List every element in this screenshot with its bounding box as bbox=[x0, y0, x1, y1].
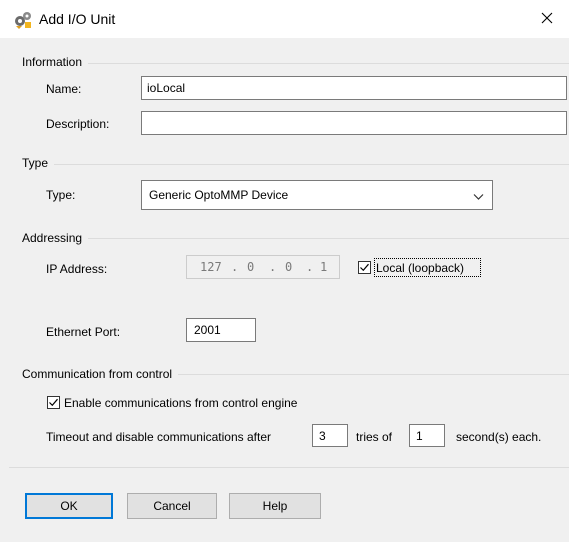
ethernet-port-input[interactable]: 2001 bbox=[186, 318, 256, 342]
communication-group-label: Communication from control bbox=[22, 367, 179, 381]
close-button[interactable] bbox=[525, 0, 569, 38]
gears-icon bbox=[13, 10, 33, 30]
timeout-prefix-label: Timeout and disable communications after bbox=[46, 430, 271, 444]
seconds-input[interactable]: 1 bbox=[409, 424, 445, 447]
chevron-down-icon bbox=[473, 190, 484, 204]
window-title: Add I/O Unit bbox=[39, 11, 116, 27]
local-loopback-label[interactable]: Local (loopback) bbox=[376, 261, 464, 275]
title-bar[interactable]: Add I/O Unit bbox=[0, 0, 569, 38]
addressing-group-line bbox=[22, 238, 569, 239]
ip-address-input: 127 . 0 . 0 . 1 bbox=[186, 255, 340, 279]
seconds-each-label: second(s) each. bbox=[456, 430, 542, 444]
tries-of-label: tries of bbox=[356, 430, 393, 444]
enable-communications-label[interactable]: Enable communications from control engin… bbox=[64, 396, 297, 410]
ip-octet-3: 0 bbox=[285, 260, 293, 274]
information-group-label: Information bbox=[22, 55, 89, 69]
ok-button[interactable]: OK bbox=[25, 493, 113, 519]
name-label: Name: bbox=[46, 82, 82, 96]
type-select-value: Generic OptoMMP Device bbox=[149, 188, 289, 202]
ip-dot-3: . bbox=[306, 260, 314, 274]
help-button[interactable]: Help bbox=[229, 493, 321, 519]
addressing-group-label: Addressing bbox=[22, 231, 89, 245]
ip-octet-1: 127 bbox=[200, 260, 222, 274]
checkmark-icon bbox=[49, 398, 58, 407]
type-select[interactable]: Generic OptoMMP Device bbox=[141, 180, 493, 210]
description-label: Description: bbox=[46, 117, 110, 131]
ip-octet-4: 1 bbox=[320, 260, 328, 274]
ethernet-port-label: Ethernet Port: bbox=[46, 325, 121, 339]
name-input[interactable]: ioLocal bbox=[141, 76, 567, 100]
cancel-button[interactable]: Cancel bbox=[127, 493, 217, 519]
add-io-unit-dialog: Add I/O Unit Information Name: ioLocal D… bbox=[0, 0, 569, 542]
close-icon bbox=[541, 12, 553, 27]
type-group-line bbox=[22, 164, 569, 165]
enable-communications-checkbox[interactable] bbox=[47, 396, 60, 409]
ip-dot-1: . bbox=[231, 260, 239, 274]
footer-separator bbox=[9, 467, 569, 468]
ip-dot-2: . bbox=[269, 260, 277, 274]
type-label: Type: bbox=[46, 188, 76, 202]
tries-input[interactable]: 3 bbox=[312, 424, 348, 447]
local-loopback-checkbox[interactable] bbox=[358, 261, 371, 274]
type-group-label: Type bbox=[22, 156, 55, 170]
ip-octet-2: 0 bbox=[247, 260, 255, 274]
checkmark-icon bbox=[360, 263, 369, 272]
information-group-line bbox=[22, 63, 569, 64]
ip-address-label: IP Address: bbox=[46, 262, 108, 276]
description-input[interactable] bbox=[141, 111, 567, 135]
